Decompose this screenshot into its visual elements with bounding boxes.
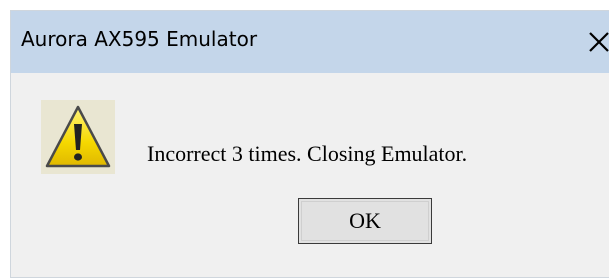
ok-button-label: OK: [349, 208, 381, 233]
dialog-message: Incorrect 3 times. Closing Emulator.: [147, 141, 468, 166]
close-icon: [589, 32, 609, 52]
dialog-title: Aurora AX595 Emulator: [21, 27, 258, 51]
close-button[interactable]: [579, 21, 609, 63]
dialog-window: Aurora AX595 Emulator Incorrect 3 times.…: [10, 10, 609, 278]
ok-button[interactable]: OK: [298, 198, 432, 244]
warning-icon: [41, 100, 115, 174]
dialog-content: Incorrect 3 times. Closing Emulator.: [11, 73, 609, 217]
title-bar[interactable]: Aurora AX595 Emulator: [11, 11, 609, 73]
